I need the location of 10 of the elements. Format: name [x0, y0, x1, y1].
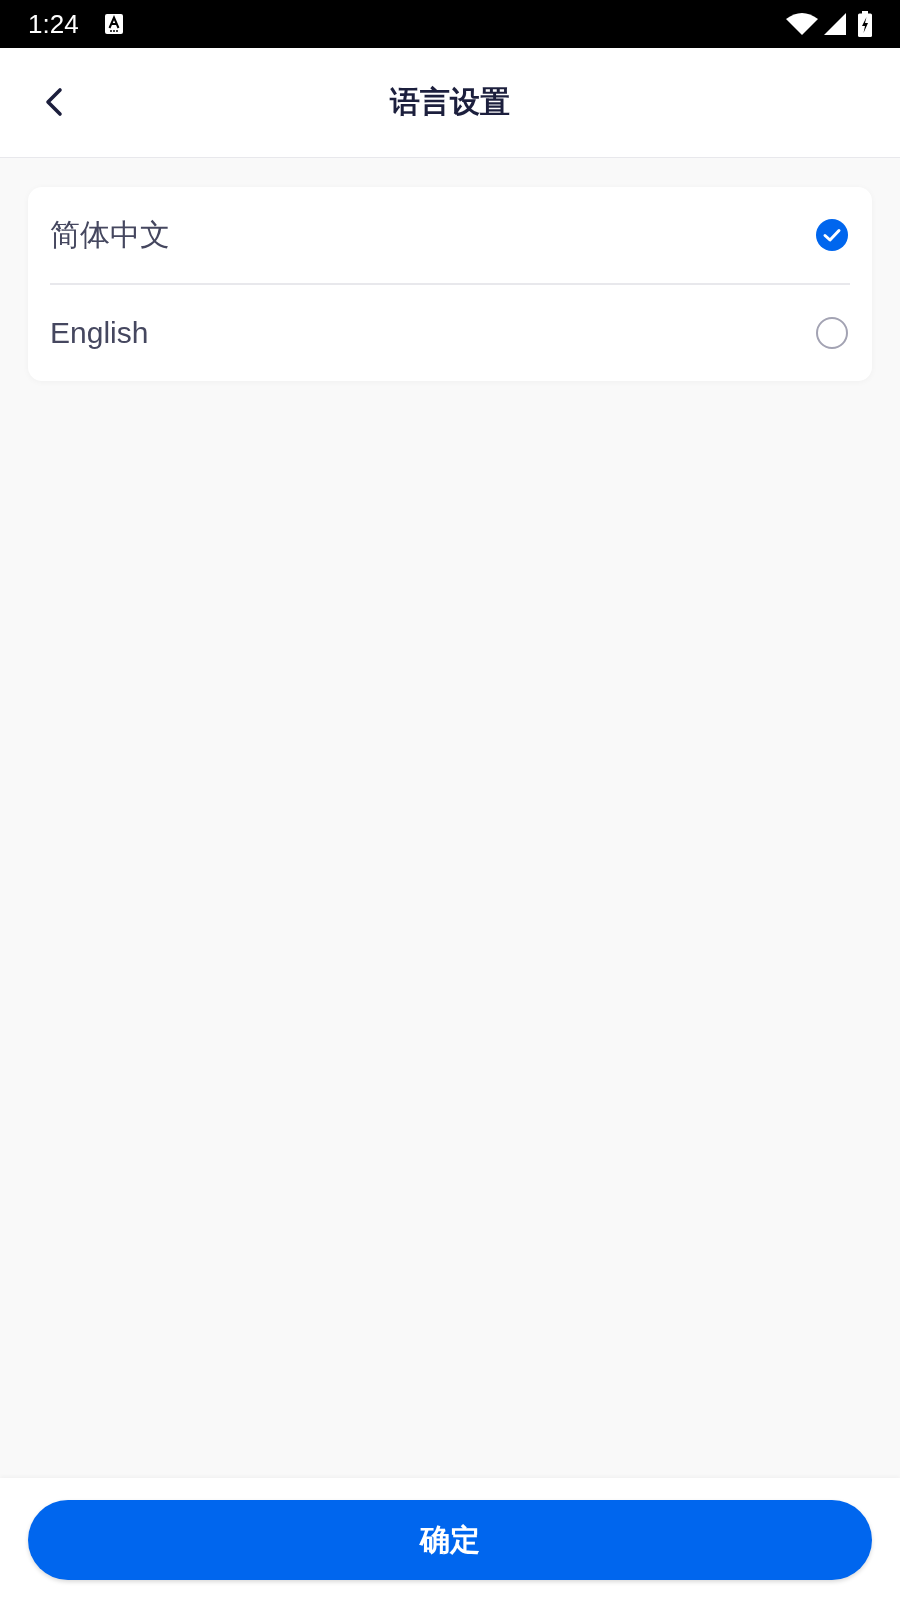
wifi-icon [786, 13, 818, 35]
language-option[interactable]: English [50, 283, 850, 381]
chevron-left-icon [45, 87, 63, 117]
keyboard-notification-icon [104, 14, 123, 34]
page-title: 语言设置 [390, 84, 510, 120]
signal-icon [824, 13, 846, 35]
status-time: 1:24 [28, 8, 79, 40]
battery-charging-icon [858, 11, 872, 37]
confirm-button[interactable]: 确定 [28, 1500, 872, 1580]
language-option[interactable]: 简体中文 [50, 187, 850, 283]
